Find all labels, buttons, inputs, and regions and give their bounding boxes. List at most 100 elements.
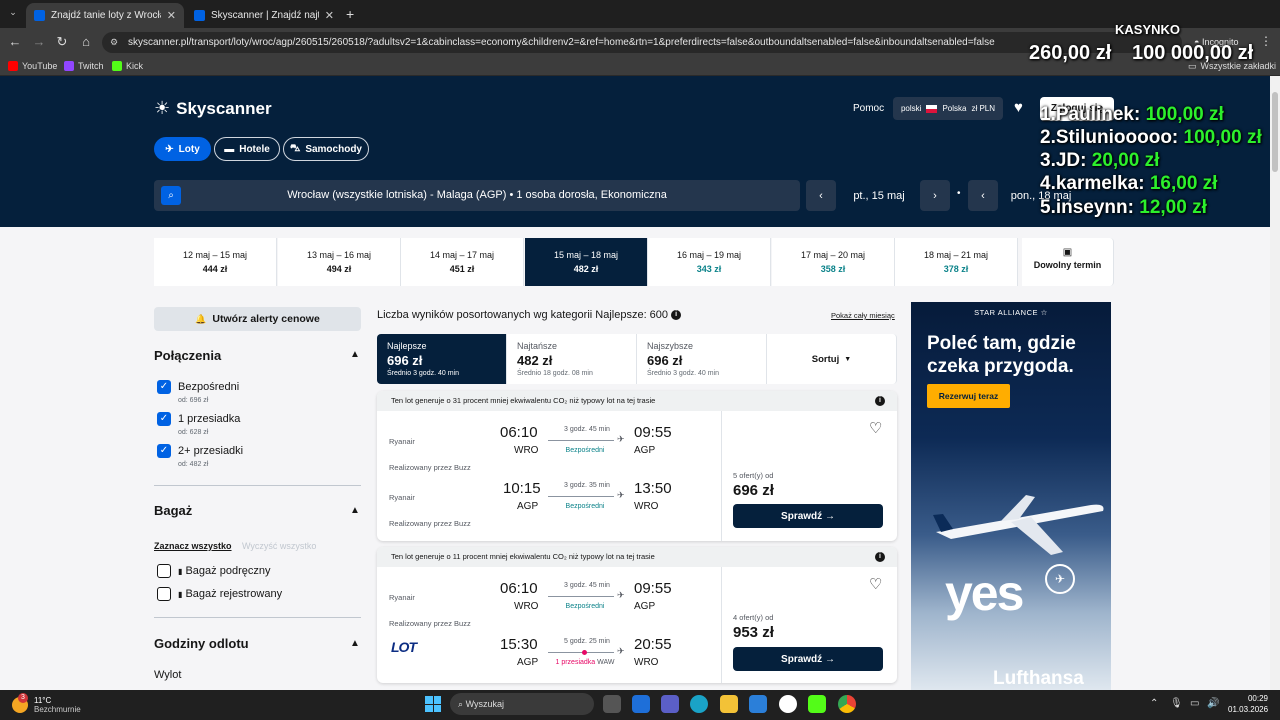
checked-bag-label: ▮ Bagaż rejestrowany — [178, 588, 282, 600]
date-option[interactable]: 13 maj – 16 maj 494 zł — [278, 238, 401, 286]
bookmark-kick[interactable]: Kick — [112, 58, 143, 74]
check-button[interactable]: Sprawdź → — [733, 647, 883, 671]
chevron-up-icon[interactable]: ▲ — [350, 638, 360, 649]
scrollbar-thumb[interactable] — [1272, 92, 1278, 172]
nav-cars[interactable]: ⛍ Samochody — [283, 137, 369, 161]
teams-icon[interactable] — [661, 695, 679, 713]
checkbox-direct[interactable]: ✓ — [157, 380, 171, 394]
date-range: 15 maj – 18 maj — [553, 250, 619, 260]
skyscanner-logo[interactable]: ☀ Skyscanner — [154, 98, 272, 119]
price-alert-button[interactable]: 🔔 Utwórz alerty cenowe — [154, 307, 361, 331]
return-prev-button[interactable]: ‹ — [968, 180, 998, 211]
bookmark-label: Kick — [126, 61, 144, 71]
stops-label: Bezpośredni — [565, 447, 605, 454]
heart-icon[interactable]: ♡ — [869, 575, 882, 593]
poland-flag-icon — [926, 104, 938, 113]
sort-tab-fastest[interactable]: Najszybsze 696 zł Średnio 3 godz. 40 min — [637, 334, 767, 384]
date-option-selected[interactable]: 15 maj – 18 maj 482 zł — [525, 238, 648, 286]
forward-icon[interactable]: → — [30, 33, 48, 51]
search-summary-bar[interactable]: ⌕ Wrocław (wszystkie lotniska) - Malaga … — [154, 180, 800, 211]
taskbar-search-input[interactable]: ⌕ Wyszukaj — [450, 693, 594, 715]
bookmark-youtube[interactable]: YouTube — [8, 58, 57, 74]
home-icon[interactable]: ⌂ — [77, 33, 95, 51]
sort-tab-best[interactable]: Najlepsze 696 zł Średnio 3 godz. 40 min — [377, 334, 507, 384]
chevron-up-icon[interactable]: ▲ — [350, 349, 360, 360]
tab-search-icon[interactable]: ⌄ — [6, 7, 20, 21]
weather-widget[interactable]: 3 11°C Bezchmurnie — [12, 692, 81, 718]
favorites-heart-icon[interactable]: ♥ — [1014, 99, 1023, 116]
help-link[interactable]: Pomoc — [853, 103, 884, 114]
checkbox-2-stops[interactable]: ✓ — [157, 444, 171, 458]
ad-headline: Poleć tam, gdzie czeka przygoda. — [927, 333, 1076, 377]
network-icon[interactable]: ▭ — [1190, 698, 1199, 709]
checkbox-1-stop[interactable]: ✓ — [157, 412, 171, 426]
menu-icon[interactable]: ⋮ — [1260, 34, 1272, 48]
nav-flights[interactable]: ✈ Loty — [154, 137, 211, 161]
nav-hotels[interactable]: ▬ Hotele — [214, 137, 280, 161]
back-icon[interactable]: ← — [6, 33, 24, 51]
info-icon[interactable]: i — [875, 396, 885, 406]
locale-selector[interactable]: polski Polska zł PLN — [893, 97, 1003, 120]
sort-tab-cheapest[interactable]: Najtańsze 482 zł Średnio 18 godz. 08 min — [507, 334, 637, 384]
depart-date[interactable]: pt., 15 maj — [840, 180, 918, 211]
arrival-time: 13:50 — [634, 480, 672, 497]
volume-icon[interactable]: 🔊 — [1207, 698, 1219, 709]
leaderboard-row: 2.Stiluniooooo: 100,00 zł — [1040, 127, 1262, 149]
clock[interactable]: 00:29 01.03.2026 — [1228, 693, 1268, 715]
capcut-icon[interactable] — [779, 695, 797, 713]
photos-icon[interactable] — [632, 695, 650, 713]
tab-2[interactable]: Skyscanner | Znajdź najtańsze l ✕ — [186, 3, 342, 28]
depart-prev-button[interactable]: ‹ — [806, 180, 836, 211]
connection-price: od: 696 zł — [178, 397, 209, 404]
info-icon[interactable]: i — [875, 552, 885, 562]
show-month-link[interactable]: Pokaż cały miesiąc — [831, 311, 895, 320]
date-option[interactable]: 14 maj – 17 maj 451 zł — [401, 238, 524, 286]
date-range: 16 maj – 19 maj — [676, 250, 742, 260]
connection-label: Bezpośredni — [178, 381, 240, 393]
lufthansa-ad[interactable]: STAR ALLIANCE ☆ Poleć tam, gdzie czeka p… — [911, 302, 1111, 690]
date-option[interactable]: 16 maj – 19 maj 343 zł — [648, 238, 771, 286]
result-card[interactable]: Ten lot generuje o 11 procent mniej ekwi… — [377, 547, 897, 683]
bookmark-twitch[interactable]: Twitch — [64, 58, 104, 74]
result-card[interactable]: Ten lot generuje o 31 procent mniej ekwi… — [377, 391, 897, 541]
sort-dropdown[interactable]: Sortuj ▼ — [767, 334, 897, 384]
heart-icon[interactable]: ♡ — [869, 419, 882, 437]
file-explorer-icon[interactable] — [720, 695, 738, 713]
date-option[interactable]: 17 maj – 20 maj 358 zł — [772, 238, 895, 286]
chevron-up-icon[interactable]: ▲ — [350, 505, 360, 516]
depart-next-button[interactable]: › — [920, 180, 950, 211]
select-all-link[interactable]: Zaznacz wszystko — [154, 541, 232, 551]
edge-icon[interactable] — [690, 695, 708, 713]
divider — [721, 411, 722, 541]
reload-icon[interactable]: ↻ — [53, 33, 71, 51]
sort-tab-name: Najlepsze — [387, 341, 427, 351]
check-button[interactable]: Sprawdź → — [733, 504, 883, 528]
date-option[interactable]: 12 maj – 15 maj 444 zł — [154, 238, 277, 286]
ad-slogan: yes — [945, 565, 1024, 621]
clear-all-link[interactable]: Wyczyść wszystko — [242, 541, 316, 551]
flight-duration: 3 godz. 45 min — [564, 582, 610, 589]
book-now-button[interactable]: Rezerwuj teraz — [927, 384, 1010, 408]
kick-app-icon[interactable] — [808, 695, 826, 713]
checkbox-checked-bag[interactable] — [157, 587, 171, 601]
flight-leg-return: LOT 15:30 AGP 5 godz. 25 min ✈ 1 przesia… — [377, 631, 721, 683]
flight-duration: 3 godz. 35 min — [564, 482, 610, 489]
leaderboard-row: 3.JD: 20,00 zł — [1040, 150, 1159, 172]
address-bar[interactable]: skyscanner.pl/transport/loty/wroc/agp/26… — [102, 32, 1182, 53]
microphone-icon[interactable]: 🎙 — [1170, 698, 1183, 709]
close-tab-icon[interactable]: ✕ — [167, 9, 176, 22]
store-icon[interactable] — [749, 695, 767, 713]
start-windows-icon[interactable] — [425, 696, 441, 712]
checkbox-cabin-bag[interactable] — [157, 564, 171, 578]
date-option[interactable]: 18 maj – 21 maj 378 zł — [895, 238, 1018, 286]
tab-1[interactable]: Znajdź tanie loty z Wrocław do ✕ — [26, 3, 184, 28]
new-tab-icon[interactable]: + — [346, 6, 354, 22]
tray-chevron-icon[interactable]: ⌃ — [1150, 698, 1158, 709]
chrome-icon[interactable] — [838, 695, 856, 713]
info-icon[interactable]: i — [671, 310, 682, 321]
any-date-button[interactable]: ▣ Dowolny termin — [1022, 238, 1114, 286]
close-tab-icon[interactable]: ✕ — [325, 9, 334, 22]
arrival-airport: AGP — [634, 601, 656, 612]
task-view-icon[interactable] — [603, 695, 621, 713]
site-info-icon[interactable]: ⚙ — [110, 37, 118, 48]
